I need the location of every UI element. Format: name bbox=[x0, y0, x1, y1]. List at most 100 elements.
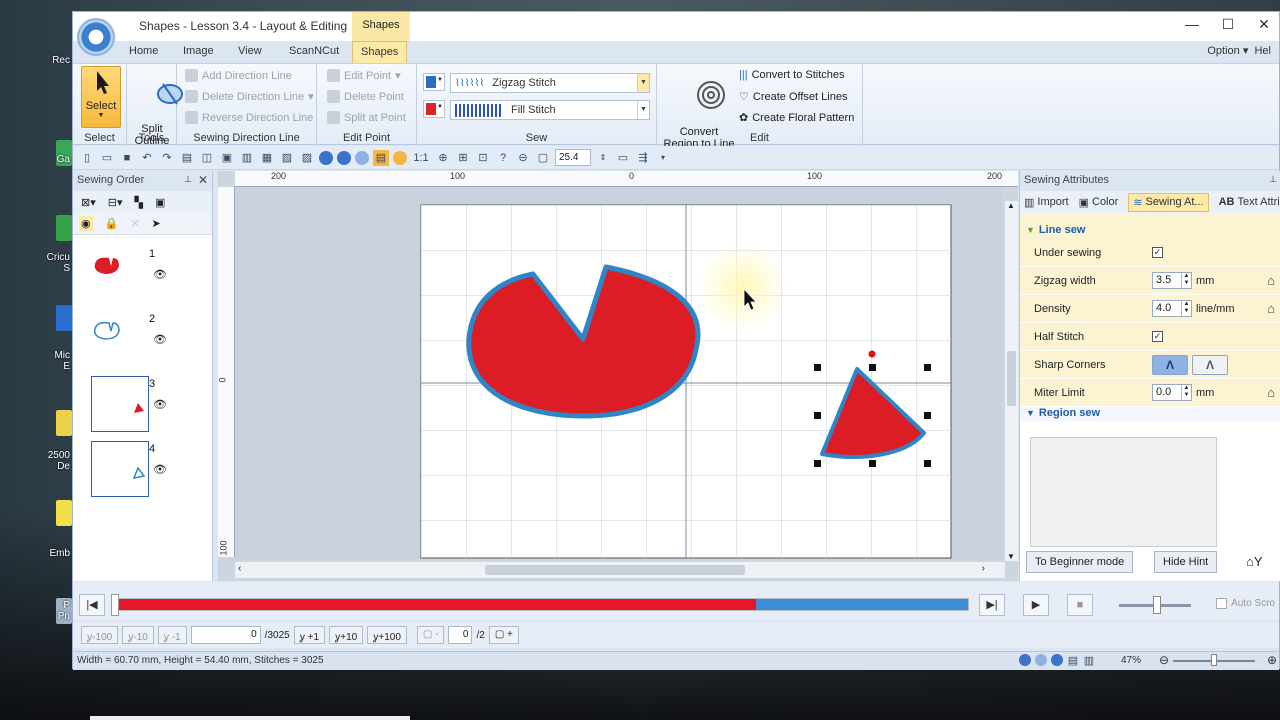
default-home-icon[interactable]: ⌂ bbox=[1267, 301, 1275, 316]
scroll-down-icon[interactable]: ▼ bbox=[1007, 552, 1015, 561]
line-color-button[interactable]: ▼ bbox=[423, 73, 445, 91]
stitch-view-icon[interactable] bbox=[337, 150, 351, 165]
speed-slider-handle[interactable] bbox=[1153, 596, 1161, 614]
auto-scroll-checkbox[interactable] bbox=[1216, 598, 1228, 609]
desktop-app-icon[interactable] bbox=[56, 305, 72, 331]
realistic-view-icon[interactable] bbox=[319, 150, 333, 165]
pointer-icon[interactable]: ➤ bbox=[152, 217, 161, 230]
list-item[interactable]: 4 👁 bbox=[91, 441, 167, 499]
eye-toggle-icon[interactable]: ◉ bbox=[79, 216, 93, 231]
region-stitch-dropdown[interactable]: Fill Stitch ▼ bbox=[450, 100, 650, 120]
tab-sewing-attributes[interactable]: ≋ Sewing At... bbox=[1128, 192, 1209, 212]
tab-text-attributes[interactable]: AB Text Attri bbox=[1219, 196, 1280, 208]
region-color-button[interactable]: ▼ bbox=[423, 100, 445, 118]
new-icon[interactable]: ▯ bbox=[79, 150, 95, 166]
scale-label[interactable]: 1:1 bbox=[411, 150, 431, 166]
zoom-input[interactable]: 25.4 bbox=[555, 149, 591, 166]
transfer-icon[interactable]: ⇶ bbox=[635, 150, 651, 166]
default-home-icon[interactable]: ⌂ bbox=[1267, 273, 1275, 288]
step-minus-1-button[interactable]: ỿ -1 bbox=[157, 626, 187, 644]
zoom-in-icon[interactable]: ⊕ bbox=[435, 150, 451, 166]
spin-icon[interactable]: ▲ ▼ bbox=[1181, 273, 1191, 288]
colors-icon[interactable]: ▚ bbox=[135, 196, 143, 209]
under-sewing-checkbox[interactable]: ✓ bbox=[1152, 247, 1163, 258]
miter-limit-input[interactable]: 0.0 ▲ ▼ bbox=[1152, 384, 1192, 401]
grid-icon[interactable]: ▢ bbox=[535, 150, 551, 166]
stitch-current-input[interactable]: 0 bbox=[190, 626, 261, 644]
zoom-in-icon[interactable]: ⊕ bbox=[1267, 653, 1277, 667]
zoom-slider[interactable] bbox=[1173, 654, 1255, 666]
app-logo-icon[interactable] bbox=[77, 18, 115, 56]
horizontal-scrollbar[interactable]: ‹ › bbox=[235, 562, 1005, 578]
visibility-eye-icon[interactable]: 👁 bbox=[153, 333, 167, 346]
print-icon[interactable]: ▨ bbox=[299, 150, 315, 166]
visibility-eye-icon[interactable]: 👁 bbox=[153, 463, 167, 476]
scroll-left-icon[interactable]: ‹ bbox=[238, 563, 241, 574]
hide-hint-button[interactable]: Hide Hint bbox=[1154, 551, 1218, 573]
add-direction-line-button[interactable]: Add Direction Line bbox=[185, 69, 292, 82]
reverse-direction-line-button[interactable]: Reverse Direction Line bbox=[185, 111, 313, 124]
duplicate-icon[interactable]: ▥ bbox=[239, 150, 255, 166]
list-item[interactable]: 3 👁 bbox=[91, 376, 167, 434]
list-item[interactable]: 1 👁 bbox=[91, 246, 167, 304]
close-icon[interactable]: ✕ bbox=[198, 173, 208, 187]
visibility-eye-icon[interactable]: 👁 bbox=[153, 268, 167, 281]
cut-icon[interactable]: ▤ bbox=[179, 150, 195, 166]
line-sew-section[interactable]: ▼ Line sew bbox=[1020, 223, 1280, 239]
color-prev-button[interactable]: ▢ - bbox=[416, 626, 445, 644]
hoop-view-icon[interactable] bbox=[393, 150, 407, 165]
view-icon[interactable] bbox=[1019, 654, 1031, 666]
page-icon[interactable]: ▭ bbox=[615, 150, 631, 166]
tab-view[interactable]: View bbox=[238, 45, 262, 57]
step-minus-10-button[interactable]: ỿ-10 bbox=[122, 626, 154, 644]
maximize-button[interactable]: ☐ bbox=[1213, 16, 1243, 33]
step-minus-100-button[interactable]: ỿ-100 bbox=[81, 626, 119, 644]
spin-icon[interactable]: ▲ ▼ bbox=[1181, 301, 1191, 316]
desktop-icon-label[interactable]: Mic E bbox=[0, 350, 72, 372]
tab-home[interactable]: Home bbox=[129, 45, 158, 57]
edit-point-button[interactable]: Edit Point ▾ bbox=[327, 69, 401, 82]
tab-import[interactable]: ▥ Import bbox=[1024, 196, 1069, 209]
sharp-corner-icon[interactable]: Λ bbox=[1152, 354, 1188, 375]
play-icon[interactable]: ▶ bbox=[1023, 594, 1049, 616]
group-icon[interactable]: ▦ bbox=[259, 150, 275, 166]
create-offset-lines-button[interactable]: ♡ Create Offset Lines bbox=[739, 90, 847, 104]
undo-icon[interactable]: ↶ bbox=[139, 150, 155, 166]
zoom-select-icon[interactable]: ⊡ bbox=[475, 150, 491, 166]
region-sew-section[interactable]: ▼ Region sew bbox=[1020, 407, 1280, 421]
zigzag-width-input[interactable]: 3.5 ▲ ▼ bbox=[1152, 272, 1192, 289]
view-icon[interactable] bbox=[1035, 654, 1047, 666]
delete-direction-line-button[interactable]: Delete Direction Line ▾ bbox=[185, 90, 314, 103]
zoom-out-icon[interactable]: ⊖ bbox=[1159, 653, 1169, 667]
desktop-app-icon[interactable] bbox=[56, 500, 72, 526]
grid-view-icon[interactable]: ▤ bbox=[1067, 654, 1079, 667]
vertical-scrollbar[interactable]: ▲ ▼ bbox=[1005, 201, 1018, 561]
tab-image[interactable]: Image bbox=[183, 45, 214, 57]
create-floral-pattern-button[interactable]: ✿ Create Floral Pattern bbox=[739, 111, 854, 125]
speed-slider[interactable] bbox=[1119, 596, 1191, 614]
minimize-button[interactable]: — bbox=[1177, 16, 1207, 32]
image-view-icon[interactable]: ▥ bbox=[1083, 654, 1095, 667]
step-plus-1-button[interactable]: ỿ +1 bbox=[293, 626, 326, 644]
beginner-mode-button[interactable]: To Beginner mode bbox=[1026, 551, 1134, 573]
visibility-eye-icon[interactable]: 👁 bbox=[153, 398, 167, 411]
lock-icon[interactable]: 🔒 bbox=[105, 217, 119, 230]
zoom-out-icon[interactable]: ⊖ bbox=[515, 150, 531, 166]
list-item[interactable]: 2 👁 bbox=[91, 311, 167, 369]
view-icon[interactable] bbox=[1051, 654, 1063, 666]
color-next-button[interactable]: ▢ + bbox=[488, 626, 519, 644]
cross-icon[interactable]: ✕ bbox=[130, 217, 139, 230]
progress-slider-handle[interactable] bbox=[111, 594, 119, 616]
frame-icon[interactable]: ▣ bbox=[155, 196, 165, 209]
save-icon[interactable]: ■ bbox=[119, 150, 135, 166]
convert-to-stitches-button[interactable]: ||| Convert to Stitches bbox=[739, 69, 845, 81]
scroll-up-icon[interactable]: ▲ bbox=[1007, 201, 1015, 210]
line-stitch-dropdown[interactable]: ⌇⌇⌇⌇⌇⌇ Zigzag Stitch ▼ bbox=[450, 73, 650, 93]
go-start-icon[interactable]: |◀ bbox=[79, 594, 105, 616]
toolbar-more-icon[interactable]: ▾ bbox=[655, 150, 671, 166]
pin-icon[interactable]: ⊥ bbox=[184, 174, 192, 185]
option-menu[interactable]: Option ▾ Hel bbox=[1207, 44, 1271, 57]
spin-icon[interactable]: ⇕ bbox=[595, 150, 611, 166]
tab-color[interactable]: ▣ Color bbox=[1079, 196, 1119, 209]
scroll-right-icon[interactable]: › bbox=[982, 563, 985, 574]
